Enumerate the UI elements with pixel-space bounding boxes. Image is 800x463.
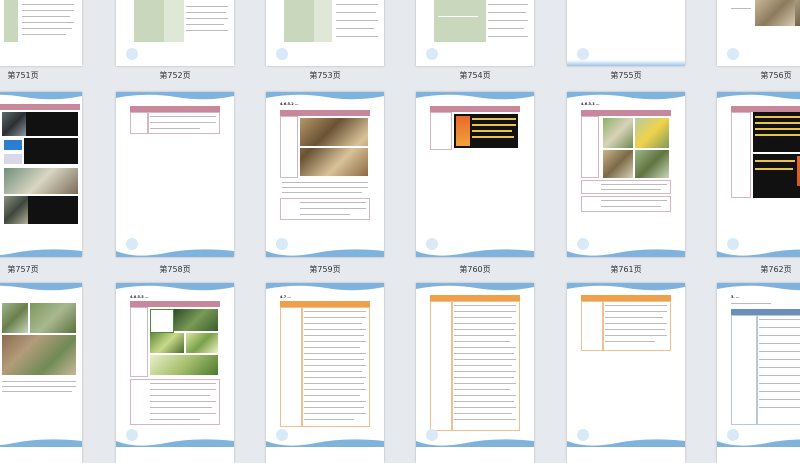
page-label-755: 第755页 bbox=[610, 71, 642, 80]
page-label-753: 第753页 bbox=[309, 71, 341, 80]
page-title: 5. … bbox=[731, 295, 740, 299]
page-label-758: 第758页 bbox=[159, 265, 191, 274]
page-label-757: 第757页 bbox=[7, 265, 39, 274]
page-thumbnail-767[interactable] bbox=[567, 283, 685, 463]
page-thumbnail-756[interactable] bbox=[717, 0, 800, 66]
page-label-759: 第759页 bbox=[309, 265, 341, 274]
page-thumbnail-758[interactable] bbox=[116, 92, 234, 257]
page-label-751: 第751页 bbox=[7, 71, 39, 80]
page-label-761: 第761页 bbox=[610, 265, 642, 274]
page-thumbnail-761[interactable]: 4.6.5.3 … bbox=[567, 92, 685, 257]
page-thumbnail-763[interactable] bbox=[0, 283, 82, 463]
page-thumbnail-768[interactable]: 5. … bbox=[717, 283, 800, 463]
page-thumbnail-764[interactable]: 4.6.5.5 … bbox=[116, 283, 234, 463]
page-title: 4.7 … bbox=[280, 295, 291, 299]
table-column-green bbox=[4, 0, 18, 42]
page-thumbnail-757[interactable] bbox=[0, 92, 82, 257]
page-title: 4.6.5.2 … bbox=[280, 102, 299, 106]
page-thumbnail-765[interactable]: 4.7 … bbox=[266, 283, 384, 463]
page-thumbnail-751[interactable] bbox=[0, 0, 82, 66]
page-thumbnail-760[interactable] bbox=[416, 92, 534, 257]
page-thumbnail-753[interactable] bbox=[266, 0, 384, 66]
page-label-756: 第756页 bbox=[760, 71, 792, 80]
page-label-762: 第762页 bbox=[760, 265, 792, 274]
page-title: 4.6.5.3 … bbox=[581, 102, 600, 106]
page-thumbnail-762[interactable] bbox=[717, 92, 800, 257]
page-thumbnail-752[interactable] bbox=[116, 0, 234, 66]
page-label-752: 第752页 bbox=[159, 71, 191, 80]
page-thumbnail-755[interactable] bbox=[567, 0, 685, 66]
page-thumbnail-754[interactable] bbox=[416, 0, 534, 66]
page-thumbnail-766[interactable] bbox=[416, 283, 534, 463]
page-label-754: 第754页 bbox=[459, 71, 491, 80]
page-label-760: 第760页 bbox=[459, 265, 491, 274]
page-title: 4.6.5.5 … bbox=[130, 295, 149, 299]
page-thumbnail-759[interactable]: 4.6.5.2 … bbox=[266, 92, 384, 257]
